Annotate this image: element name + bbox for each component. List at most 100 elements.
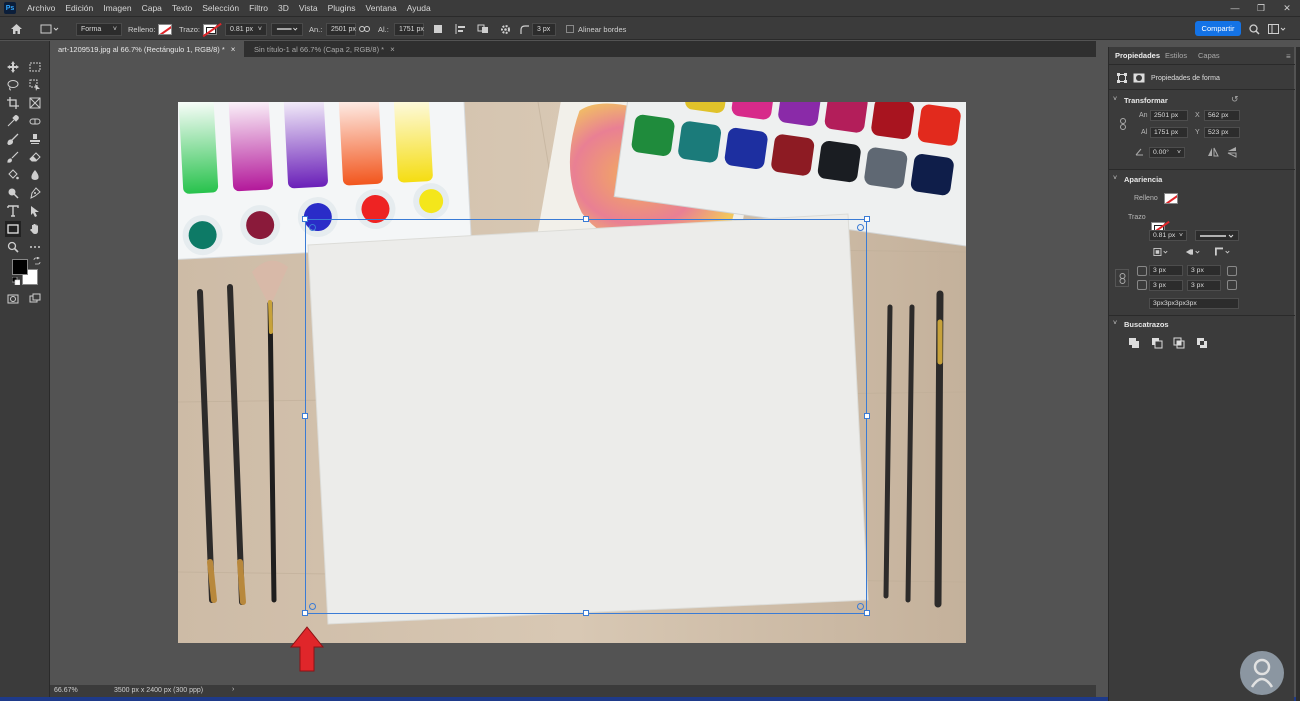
- angle-field[interactable]: 0.00° ˅: [1149, 147, 1185, 158]
- move-tool-icon[interactable]: [5, 59, 21, 75]
- unite-shapes-icon[interactable]: [1126, 336, 1142, 350]
- subtract-shapes-icon[interactable]: [1149, 336, 1165, 350]
- stroke-caps-icon[interactable]: [1185, 245, 1201, 259]
- appearance-stroke-type-select[interactable]: [1195, 230, 1239, 241]
- link-dimensions-icon[interactable]: [1119, 118, 1127, 132]
- share-button[interactable]: Compartir: [1195, 21, 1241, 36]
- foreground-color-swatch[interactable]: [12, 259, 28, 275]
- transform-handle[interactable]: [864, 610, 870, 616]
- close-icon[interactable]: ✕: [1274, 0, 1300, 16]
- panel-scrollbar[interactable]: [1296, 47, 1300, 701]
- pen-tool-icon[interactable]: [27, 185, 43, 201]
- intersect-shapes-icon[interactable]: [1171, 336, 1187, 350]
- tab-untitled-document[interactable]: Sin título-1 al 66.7% (Capa 2, RGB/8) * …: [246, 41, 406, 57]
- close-icon[interactable]: ×: [231, 45, 236, 54]
- frame-tool-icon[interactable]: [27, 95, 43, 111]
- lasso-tool-icon[interactable]: [5, 77, 21, 93]
- transform-handle[interactable]: [302, 413, 308, 419]
- restore-icon[interactable]: ❐: [1248, 0, 1274, 16]
- stroke-type-select[interactable]: [271, 22, 303, 36]
- path-selection-tool-icon[interactable]: [27, 203, 43, 219]
- stroke-align-icon[interactable]: [1153, 245, 1169, 259]
- close-icon[interactable]: ×: [390, 45, 395, 54]
- path-alignment-icon[interactable]: [455, 17, 467, 41]
- transform-handle[interactable]: [864, 216, 870, 222]
- corner-radius-handle[interactable]: [309, 603, 316, 610]
- menu-3d[interactable]: 3D: [273, 3, 294, 13]
- stroke-swatch[interactable]: [203, 23, 217, 35]
- menu-ventana[interactable]: Ventana: [361, 3, 402, 13]
- selection-bounding-box[interactable]: [305, 219, 867, 614]
- mode-select[interactable]: Forma ˅: [76, 22, 122, 36]
- crop-tool-icon[interactable]: [5, 95, 21, 111]
- transform-handle[interactable]: [583, 216, 589, 222]
- transform-handle[interactable]: [302, 610, 308, 616]
- history-brush-tool-icon[interactable]: [5, 149, 21, 165]
- corner-bottom-right-field[interactable]: 3 px: [1187, 280, 1221, 291]
- clone-stamp-tool-icon[interactable]: [27, 131, 43, 147]
- transform-handle[interactable]: [583, 610, 589, 616]
- eraser-tool-icon[interactable]: [27, 149, 43, 165]
- gear-icon[interactable]: [500, 17, 511, 41]
- menu-filtro[interactable]: Filtro: [244, 3, 273, 13]
- height-field[interactable]: 1751 px: [394, 22, 424, 36]
- path-arrangement-icon[interactable]: [477, 17, 489, 41]
- menu-capa[interactable]: Capa: [137, 3, 167, 13]
- status-menu-arrow[interactable]: ›: [232, 686, 234, 693]
- type-tool-icon[interactable]: [5, 203, 21, 219]
- blur-tool-icon[interactable]: [27, 167, 43, 183]
- dodge-tool-icon[interactable]: [5, 185, 21, 201]
- transform-width-field[interactable]: 2501 px: [1150, 110, 1188, 121]
- chevron-down-icon[interactable]: ˅: [1113, 175, 1117, 182]
- transform-handle[interactable]: [864, 413, 870, 419]
- menu-plugins[interactable]: Plugins: [323, 3, 361, 13]
- swap-colors-icon[interactable]: [33, 256, 41, 267]
- appearance-fill-swatch[interactable]: [1164, 193, 1178, 204]
- align-edges-checkbox[interactable]: [566, 25, 574, 33]
- marquee-tool-icon[interactable]: [27, 59, 43, 75]
- home-icon[interactable]: [10, 17, 23, 41]
- width-field[interactable]: 2501 px: [326, 22, 356, 36]
- corner-radius-handle[interactable]: [857, 603, 864, 610]
- transform-y-field[interactable]: 523 px: [1204, 127, 1240, 138]
- flip-horizontal-icon[interactable]: [1207, 147, 1219, 159]
- menu-seleccion[interactable]: Selección: [197, 3, 244, 13]
- corner-radius-handle[interactable]: [857, 224, 864, 231]
- menu-imagen[interactable]: Imagen: [98, 3, 136, 13]
- screen-mode-icon[interactable]: [27, 291, 43, 307]
- spot-healing-tool-icon[interactable]: [27, 113, 43, 129]
- menu-archivo[interactable]: Archivo: [22, 3, 60, 13]
- shape-bounds-icon[interactable]: [1117, 73, 1127, 85]
- exclude-shapes-icon[interactable]: [1194, 336, 1210, 350]
- tab-capas[interactable]: Capas: [1198, 51, 1220, 60]
- rectangle-tool-preset-icon[interactable]: [40, 17, 60, 41]
- appearance-section-title[interactable]: Apariencia: [1124, 175, 1162, 184]
- corner-top-left-field[interactable]: 3 px: [1149, 265, 1183, 276]
- stroke-corners-icon[interactable]: [1215, 245, 1231, 259]
- hand-tool-icon[interactable]: [27, 221, 43, 237]
- path-operations-icon[interactable]: [433, 17, 443, 41]
- fill-swatch[interactable]: [158, 23, 172, 35]
- tab-propiedades[interactable]: Propiedades: [1115, 51, 1160, 60]
- transform-x-field[interactable]: 562 px: [1204, 110, 1240, 121]
- brush-tool-icon[interactable]: [5, 131, 21, 147]
- rectangle-tool-icon[interactable]: [5, 221, 21, 237]
- stroke-width-field[interactable]: 0.81 px ˅: [225, 22, 267, 36]
- corner-radius-field[interactable]: 3 px: [532, 22, 556, 36]
- reset-icon[interactable]: ↺: [1231, 94, 1239, 105]
- minimize-icon[interactable]: —: [1222, 0, 1248, 16]
- transform-height-field[interactable]: 1751 px: [1150, 127, 1188, 138]
- link-icon[interactable]: [359, 17, 370, 41]
- menu-texto[interactable]: Texto: [167, 3, 197, 13]
- chevron-down-icon[interactable]: ˅: [1113, 96, 1117, 103]
- corner-bottom-left-field[interactable]: 3 px: [1149, 280, 1183, 291]
- appearance-stroke-width-field[interactable]: 0.81 px ˅: [1149, 230, 1187, 241]
- corner-top-right-field[interactable]: 3 px: [1187, 265, 1221, 276]
- object-selection-tool-icon[interactable]: [27, 77, 43, 93]
- paint-bucket-tool-icon[interactable]: [5, 167, 21, 183]
- menu-vista[interactable]: Vista: [294, 3, 323, 13]
- transform-handle[interactable]: [302, 216, 308, 222]
- default-colors-icon[interactable]: [11, 276, 21, 287]
- chevron-down-icon[interactable]: ˅: [1113, 320, 1117, 327]
- tab-estilos[interactable]: Estilos: [1165, 51, 1187, 60]
